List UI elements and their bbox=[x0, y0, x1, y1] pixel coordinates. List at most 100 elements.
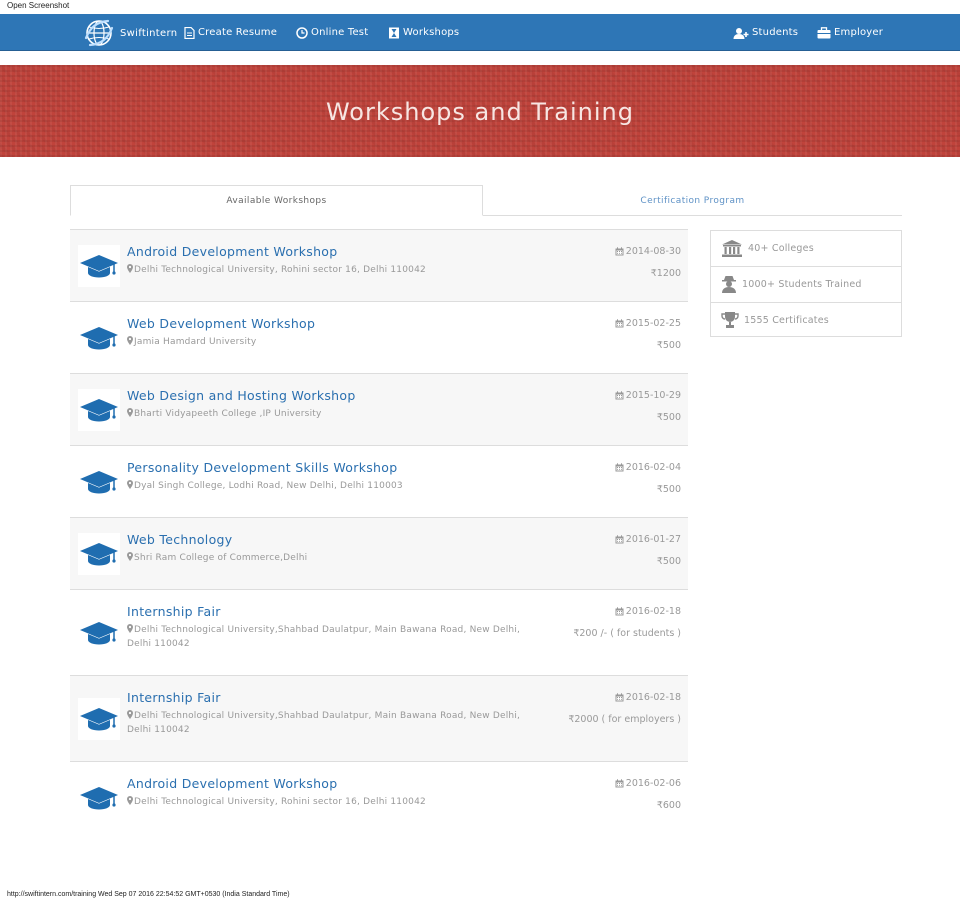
map-marker-icon bbox=[127, 624, 134, 635]
graduation-cap-icon bbox=[78, 461, 120, 503]
stat-certificates: 1555 Certificates bbox=[711, 302, 901, 337]
page-title: Workshops and Training bbox=[325, 98, 635, 126]
workshop-date: 2016-02-18 bbox=[615, 692, 681, 703]
calendar-icon bbox=[615, 463, 626, 472]
list-item[interactable]: Web Development Workshop Jamia Hamdard Un… bbox=[70, 301, 688, 373]
nav-label: Students bbox=[752, 27, 799, 38]
workshop-date: 2015-02-25 bbox=[615, 318, 681, 329]
workshop-title[interactable]: Internship Fair bbox=[127, 690, 221, 705]
workshop-title[interactable]: Web Design and Hosting Workshop bbox=[127, 388, 356, 403]
nav-students[interactable]: Students bbox=[733, 14, 798, 51]
location-text: Shri Ram College of Commerce,Delhi bbox=[134, 553, 308, 563]
workshop-date: 2014-08-30 bbox=[615, 246, 681, 257]
tab-available-workshops[interactable]: Available Workshops bbox=[70, 185, 483, 216]
list-item[interactable]: Internship Fair Delhi Technological Unive… bbox=[70, 589, 688, 675]
workshop-location: Shri Ram College of Commerce,Delhi bbox=[127, 551, 547, 565]
calendar-icon bbox=[615, 779, 626, 788]
nav-label: Employer bbox=[834, 27, 884, 38]
workshop-date: 2016-02-04 bbox=[615, 462, 681, 473]
graduation-cap-icon bbox=[78, 533, 120, 575]
workshop-title[interactable]: Web Development Workshop bbox=[127, 316, 315, 331]
workshop-date: 2016-02-06 bbox=[615, 778, 681, 789]
screenshot-caption: Open Screenshot bbox=[0, 0, 960, 14]
map-marker-icon bbox=[127, 480, 134, 491]
workshop-title[interactable]: Personality Development Skills Workshop bbox=[127, 460, 397, 475]
workshop-title[interactable]: Android Development Workshop bbox=[127, 244, 338, 259]
clock-icon bbox=[296, 26, 308, 39]
workshop-location: Dyal Singh College, Lodhi Road, New Delh… bbox=[127, 479, 547, 493]
hero-banner: Workshops and Training bbox=[0, 65, 960, 157]
workshop-title[interactable]: Android Development Workshop bbox=[127, 776, 338, 791]
list-item[interactable]: Web Technology Shri Ram College of Commer… bbox=[70, 517, 688, 589]
workshop-date: 2015-10-29 bbox=[615, 390, 681, 401]
nav-label: Workshops bbox=[403, 27, 460, 38]
stat-colleges: 40+ Colleges bbox=[711, 231, 901, 266]
graduation-cap-icon bbox=[78, 317, 120, 359]
graduation-cap-icon bbox=[78, 389, 120, 431]
date-text: 2015-02-25 bbox=[625, 318, 681, 329]
map-marker-icon bbox=[127, 552, 134, 563]
navbar: Swiftintern Create Resume Online Test Wo… bbox=[0, 14, 960, 51]
workshop-location: Delhi Technological University, Rohini s… bbox=[127, 263, 547, 277]
list-item[interactable]: Internship Fair Delhi Technological Unive… bbox=[70, 675, 688, 761]
workshop-date: 2016-01-27 bbox=[615, 534, 681, 545]
workshop-price: ₹200 /- ( for students ) bbox=[573, 628, 681, 639]
location-text: Delhi Technological University, Rohini s… bbox=[134, 797, 426, 807]
stat-students: 1000+ Students Trained bbox=[711, 266, 901, 301]
graduation-cap-icon bbox=[78, 777, 120, 819]
location-text: Delhi Technological University,Shahbad D… bbox=[127, 711, 521, 735]
tab-certification-program[interactable]: Certification Program bbox=[483, 185, 902, 216]
workshop-location: Delhi Technological University, Rohini s… bbox=[127, 795, 547, 809]
brand-name: Swiftintern bbox=[120, 27, 178, 39]
institution-icon bbox=[722, 239, 742, 257]
nav-online-test[interactable]: Online Test bbox=[296, 14, 368, 51]
stat-label: 1555 Certificates bbox=[744, 314, 829, 326]
location-text: Jamia Hamdard University bbox=[134, 337, 257, 347]
stats-panel: 40+ Colleges 1000+ Students Trained 1555… bbox=[710, 230, 902, 337]
workshop-price: ₹500 bbox=[656, 340, 681, 351]
document-icon bbox=[184, 26, 195, 39]
workshop-title[interactable]: Web Technology bbox=[127, 532, 232, 547]
list-item[interactable]: Android Development Workshop Delhi Techno… bbox=[70, 761, 688, 833]
location-text: Delhi Technological University, Rohini s… bbox=[134, 265, 426, 275]
map-marker-icon bbox=[127, 710, 134, 721]
calendar-icon bbox=[615, 535, 626, 544]
list-item[interactable]: Android Development Workshop Delhi Techno… bbox=[70, 229, 688, 301]
workshop-price: ₹500 bbox=[656, 484, 681, 495]
calendar-icon bbox=[615, 391, 626, 400]
stat-label: 40+ Colleges bbox=[748, 243, 814, 254]
graduation-cap-icon bbox=[78, 698, 120, 740]
hourglass-icon bbox=[389, 27, 399, 38]
list-item[interactable]: Web Design and Hosting Workshop Bharti Vi… bbox=[70, 373, 688, 445]
workshop-location: Bharti Vidyapeeth College ,IP University bbox=[127, 407, 547, 421]
nav-employer[interactable]: Employer bbox=[817, 14, 883, 51]
brand-link[interactable]: Swiftintern bbox=[84, 17, 177, 49]
status-bar-text: http://swiftintern.com/training Wed Sep … bbox=[7, 891, 290, 898]
date-text: 2014-08-30 bbox=[625, 246, 681, 257]
nav-create-resume[interactable]: Create Resume bbox=[184, 14, 277, 51]
calendar-icon bbox=[615, 607, 626, 616]
workshop-location: Jamia Hamdard University bbox=[127, 335, 547, 349]
map-marker-icon bbox=[127, 408, 134, 419]
nav-workshops[interactable]: Workshops bbox=[388, 14, 459, 51]
nav-label: Create Resume bbox=[198, 27, 278, 38]
workshop-title[interactable]: Internship Fair bbox=[127, 604, 221, 619]
graduation-cap-icon bbox=[78, 245, 120, 287]
calendar-icon bbox=[615, 693, 626, 702]
tab-bar: Available Workshops Certification Progra… bbox=[70, 185, 902, 216]
date-text: 2016-02-18 bbox=[625, 692, 681, 703]
graduation-cap-icon bbox=[78, 612, 120, 654]
location-text: Dyal Singh College, Lodhi Road, New Delh… bbox=[134, 481, 403, 491]
date-text: 2016-02-06 bbox=[625, 778, 681, 789]
date-text: 2016-01-27 bbox=[625, 534, 681, 545]
date-text: 2015-10-29 bbox=[625, 390, 681, 401]
map-marker-icon bbox=[127, 264, 134, 275]
stat-label: 1000+ Students Trained bbox=[742, 278, 862, 290]
workshop-price: ₹500 bbox=[656, 556, 681, 567]
calendar-icon bbox=[615, 319, 626, 328]
list-item[interactable]: Personality Development Skills Workshop D… bbox=[70, 445, 688, 517]
user-plus-icon bbox=[733, 27, 749, 39]
date-text: 2016-02-04 bbox=[625, 462, 681, 473]
calendar-icon bbox=[615, 247, 626, 256]
globe-logo-icon bbox=[84, 19, 114, 47]
